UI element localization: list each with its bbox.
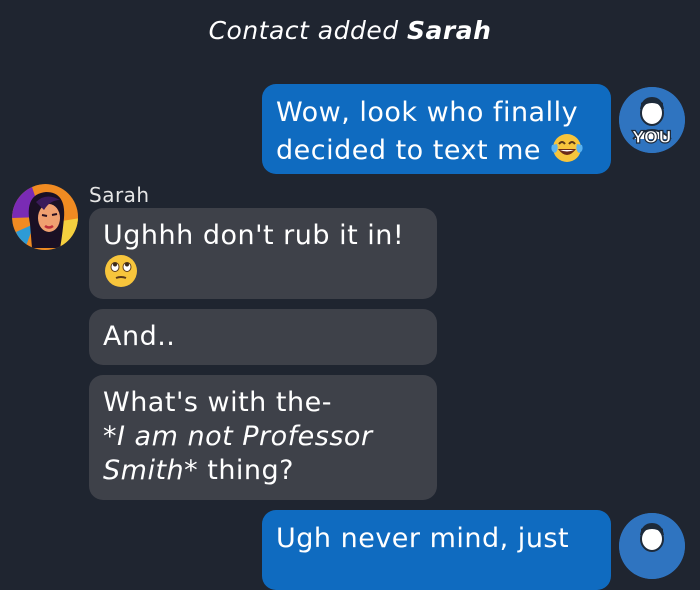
laughing-tears-emoji-icon (550, 130, 584, 173)
incoming-message[interactable]: Ughhh don't rub it in! (89, 208, 437, 299)
incoming-message[interactable]: What's with the- *I am not Professor Smi… (89, 375, 437, 500)
outgoing-message[interactable]: Wow, look who finally decided to text me (262, 84, 611, 174)
outgoing-message[interactable]: Ugh never mind, just (262, 510, 611, 590)
message-text: Ughhh don't rub it in! (103, 220, 405, 251)
sender-name: Sarah (89, 183, 150, 207)
system-message: Contact added Sarah (0, 16, 700, 45)
eye-roll-emoji-icon (103, 253, 139, 298)
message-text-line1: What's with the- (103, 387, 332, 418)
message-text: Wow, look who finally decided to text me (276, 97, 579, 166)
you-avatar-icon[interactable]: YOU (619, 87, 685, 153)
incoming-message[interactable]: And.. (89, 309, 437, 365)
message-text-tail: thing? (207, 455, 295, 486)
message-text: And.. (103, 321, 176, 352)
sarah-avatar[interactable] (12, 184, 78, 250)
you-label: YOU (631, 128, 672, 148)
you-avatar-icon[interactable] (619, 513, 685, 579)
system-message-prefix: Contact added (208, 16, 399, 45)
system-message-contact: Sarah (407, 16, 492, 45)
message-text: Ugh never mind, just (276, 523, 570, 554)
